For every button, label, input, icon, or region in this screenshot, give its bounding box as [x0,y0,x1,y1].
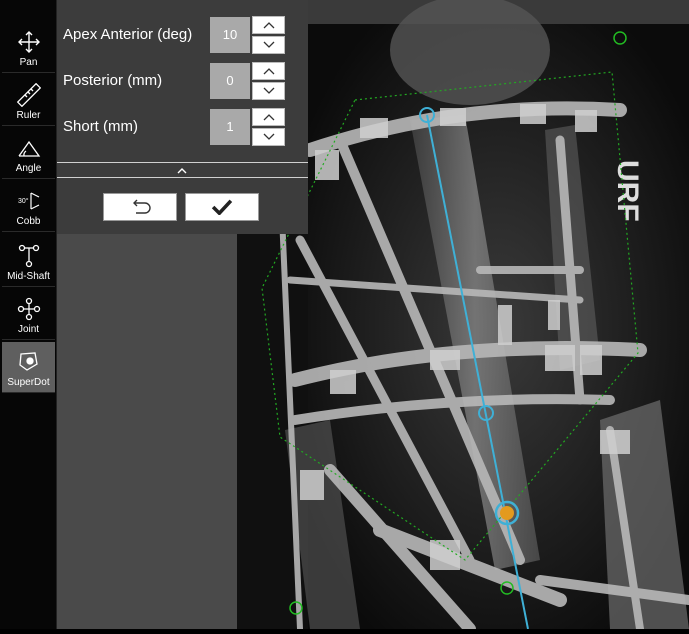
tool-superdot-label: SuperDot [7,377,50,388]
tool-pan-label: Pan [19,57,38,68]
posterior-label: Posterior (mm) [63,72,163,89]
param-short: Short (mm) 1 [63,108,303,148]
joint-icon [17,297,40,321]
tool-ruler-label: Ruler [16,110,41,121]
tool-cobb[interactable]: 30° Cobb [2,181,55,232]
chevron-up-icon [177,168,187,174]
side-marker: URF [611,160,644,222]
apex-anterior-decrement-button[interactable] [252,36,285,54]
cobb-glyph: 30° [18,197,29,205]
cobb-icon: 30° [18,192,39,210]
chevron-up-icon [263,22,274,29]
short-increment-button[interactable] [252,108,285,126]
chevron-down-icon [263,87,274,94]
param-apex-anterior: Apex Anterior (deg) 10 [63,16,303,56]
confirm-button[interactable] [185,193,259,221]
posterior-increment-button[interactable] [252,62,285,80]
chevron-down-icon [263,41,274,48]
panel-divider-bottom [57,177,308,178]
short-stepper [252,108,285,146]
collapse-panel-button[interactable] [173,164,191,176]
param-posterior: Posterior (mm) 0 [63,62,303,102]
posterior-decrement-button[interactable] [252,82,285,100]
panel-background [57,234,237,629]
undo-icon [133,199,151,214]
tool-joint-label: Joint [17,324,40,335]
tool-cobb-label: Cobb [16,216,41,227]
tool-joint[interactable]: Joint [2,289,55,340]
tool-mid-shaft-label: Mid-Shaft [7,271,50,282]
apex-anterior-input[interactable]: 10 [210,17,250,53]
posterior-input[interactable]: 0 [210,63,250,99]
checkmark-icon [211,199,233,215]
superdot-icon [18,352,38,371]
undo-button[interactable] [103,193,177,221]
tool-angle[interactable]: Angle [2,128,55,179]
mid-shaft-icon [18,244,39,268]
tool-sidebar: Pan Ruler Angle 30° Cobb Mid-Shaft Joint… [0,0,57,629]
tool-pan[interactable]: Pan [2,22,55,73]
tool-angle-label: Angle [15,163,42,174]
short-label: Short (mm) [63,118,138,135]
tool-mid-shaft[interactable]: Mid-Shaft [2,236,55,287]
chevron-down-icon [263,133,274,140]
posterior-stepper [252,62,285,100]
apex-anterior-increment-button[interactable] [252,16,285,34]
angle-icon [17,140,40,157]
short-decrement-button[interactable] [252,128,285,146]
ruler-icon [16,83,41,107]
apex-anterior-label: Apex Anterior (deg) [63,26,193,43]
tool-superdot[interactable]: SuperDot [2,342,55,393]
short-input[interactable]: 1 [210,109,250,145]
tool-ruler[interactable]: Ruler [2,75,55,126]
panel-divider-top [57,162,308,163]
chevron-up-icon [263,114,274,121]
superdot[interactable] [500,506,514,520]
pan-icon [17,31,40,53]
parameters-panel: Apex Anterior (deg) 10 Posterior (mm) 0 … [57,0,308,234]
apex-anterior-stepper [252,16,285,54]
chevron-up-icon [263,68,274,75]
